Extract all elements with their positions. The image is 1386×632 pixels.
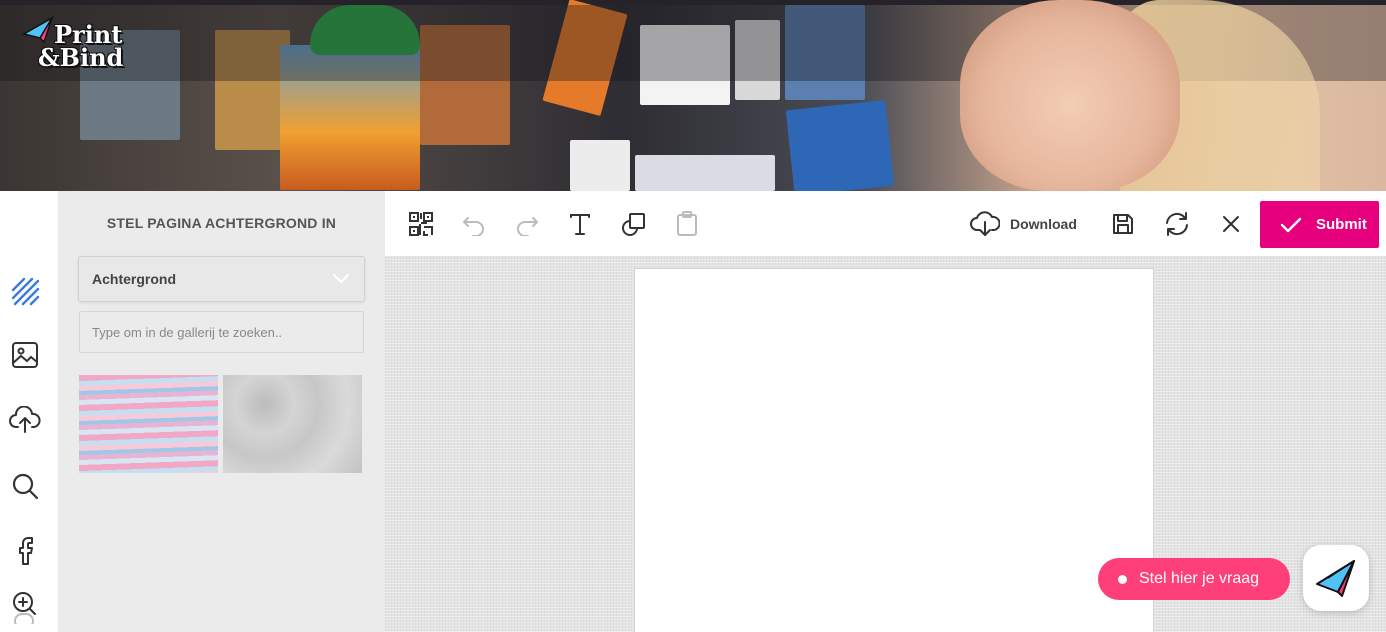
- banner-decor: [570, 140, 630, 191]
- refresh-icon: [1166, 212, 1188, 236]
- chat-prompt-bubble[interactable]: Stel hier je vraag: [1098, 558, 1290, 600]
- rail-item-facebook[interactable]: [9, 535, 41, 567]
- chat-status-dot: [1118, 574, 1127, 584]
- gallery-thumbnail[interactable]: [79, 375, 218, 473]
- rail-item-images[interactable]: [9, 339, 41, 371]
- add-shape-button[interactable]: [618, 208, 650, 240]
- logo-line2: &Bind: [38, 43, 124, 72]
- select-value: Achtergrond: [92, 271, 176, 287]
- save-icon: [1113, 214, 1133, 234]
- background-panel: STEL PAGINA ACHTERGROND IN Achtergrond: [58, 191, 385, 632]
- design-page-canvas[interactable]: [634, 268, 1154, 632]
- paste-button[interactable]: [671, 208, 703, 240]
- zoom-in-icon: [13, 592, 36, 624]
- download-cloud-icon: [970, 211, 1000, 236]
- rail-item-upload[interactable]: [9, 404, 41, 436]
- banner-decor: [960, 0, 1180, 191]
- facebook-icon: [19, 537, 33, 565]
- print-bind-logo[interactable]: Print &Bind: [22, 16, 134, 74]
- undo-icon: [463, 217, 484, 236]
- search-icon: [12, 473, 39, 500]
- hero-banner: Print &Bind: [0, 0, 1386, 191]
- tool-rail: [0, 191, 58, 632]
- close-button[interactable]: [1215, 208, 1247, 240]
- rail-item-background[interactable]: [9, 275, 41, 307]
- submit-button[interactable]: Submit: [1260, 201, 1379, 248]
- chat-launcher-button[interactable]: [1303, 545, 1369, 611]
- background-type-select[interactable]: Achtergrond: [78, 256, 365, 302]
- download-button[interactable]: Download: [970, 208, 1077, 240]
- image-icon: [12, 342, 38, 368]
- editor-toolbar: Download Submit: [385, 191, 1386, 257]
- qr-code-button[interactable]: [405, 208, 437, 240]
- submit-label: Submit: [1316, 216, 1367, 233]
- rail-item-zoom[interactable]: [9, 591, 41, 624]
- upload-icon: [9, 406, 41, 433]
- refresh-button[interactable]: [1161, 208, 1193, 240]
- shapes-icon: [622, 213, 645, 236]
- clipboard-icon: [677, 211, 697, 236]
- chevron-down-icon: [332, 273, 350, 284]
- redo-icon: [517, 217, 538, 236]
- gallery-search-input[interactable]: [79, 311, 364, 353]
- add-text-button[interactable]: [564, 208, 596, 240]
- save-button[interactable]: [1107, 208, 1139, 240]
- banner-decor: [785, 100, 895, 191]
- paper-plane-icon: [1316, 560, 1355, 597]
- gallery-thumbnail[interactable]: [223, 375, 362, 473]
- redo-button[interactable]: [511, 208, 543, 240]
- close-icon: [1223, 216, 1239, 232]
- rail-item-search[interactable]: [9, 470, 41, 502]
- checkmark-icon: [1280, 217, 1302, 232]
- chat-prompt-label: Stel hier je vraag: [1139, 570, 1260, 587]
- banner-decor: [635, 155, 775, 191]
- qr-code-icon: [409, 212, 433, 236]
- undo-button[interactable]: [458, 208, 490, 240]
- text-icon: [570, 214, 590, 235]
- panel-title: STEL PAGINA ACHTERGROND IN: [106, 215, 337, 231]
- paper-plane-logo-icon: [22, 16, 55, 44]
- download-label: Download: [1010, 216, 1077, 232]
- background-pattern-icon: [11, 277, 40, 306]
